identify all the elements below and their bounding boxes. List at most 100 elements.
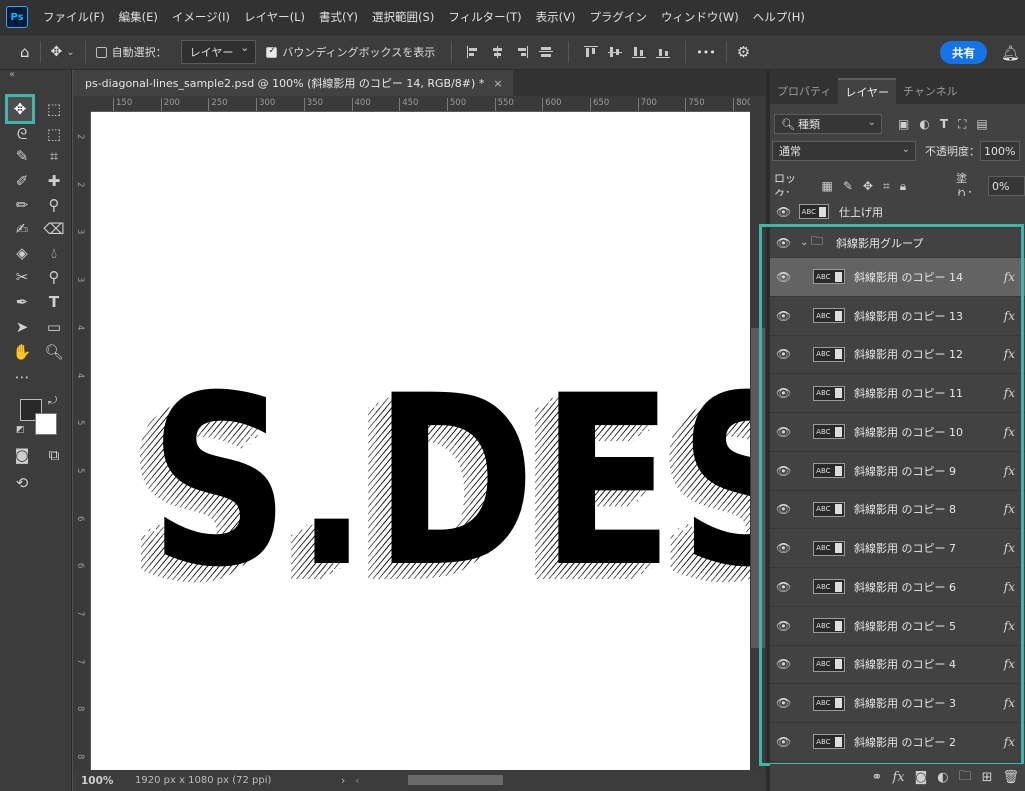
menu-filter[interactable]: フィルター(T) <box>441 9 528 25</box>
layer-effects-icon[interactable]: fx <box>1004 270 1015 284</box>
visibility-eye-icon[interactable]: 👁︎ <box>776 580 791 594</box>
layer-row-finishing[interactable]: 👁︎ ABC 仕上げ用 <box>770 196 1025 228</box>
layer-row[interactable]: 👁︎ ABC 斜線影用 のコピー 12 fx <box>770 335 1025 375</box>
layer-row[interactable]: 👁︎ ABC 斜線影用 のコピー 9 fx <box>770 451 1025 491</box>
collapse-arrows-icon[interactable]: « <box>9 69 15 80</box>
layer-effects-icon[interactable]: fx <box>1004 502 1015 516</box>
object-select-tool-icon[interactable]: ⬚ <box>42 123 66 145</box>
visibility-eye-icon[interactable]: 👁︎ <box>776 347 791 361</box>
menu-window[interactable]: ウィンドウ(W) <box>654 9 746 25</box>
background-color-swatch[interactable] <box>35 413 57 435</box>
visibility-eye-icon[interactable]: 👁︎ <box>776 425 791 439</box>
tab-layers[interactable]: レイヤー <box>838 78 897 104</box>
lock-artboard-icon[interactable]: ⌗ <box>883 179 890 194</box>
layer-name[interactable]: 斜線影用 のコピー 2 <box>854 734 956 750</box>
layer-effects-icon[interactable]: fx <box>1004 309 1015 323</box>
layer-name[interactable]: 斜線影用 のコピー 5 <box>854 618 956 634</box>
stamp-tool-icon[interactable]: ⚲ <box>42 194 66 216</box>
layer-effects-icon[interactable]: fx <box>1004 657 1015 671</box>
visibility-eye-icon[interactable]: 👁︎ <box>776 502 791 516</box>
visibility-eye-icon[interactable]: 👁︎ <box>776 309 791 323</box>
layer-effects-icon[interactable]: fx <box>1004 735 1015 749</box>
menu-view[interactable]: 表示(V) <box>529 9 583 25</box>
layer-name[interactable]: 仕上げ用 <box>839 204 883 220</box>
gear-icon[interactable]: ⚙ <box>737 43 750 61</box>
new-layer-icon[interactable]: ⊞ <box>982 770 993 785</box>
layer-row[interactable]: 👁︎ ABC 斜線影用 のコピー 8 fx <box>770 490 1025 530</box>
blend-mode-dropdown[interactable]: 通常 ⌄ <box>772 141 916 161</box>
home-icon[interactable]: ⌂ <box>20 43 30 61</box>
visibility-eye-icon[interactable]: 👁︎ <box>776 619 791 633</box>
status-expand-icon[interactable]: › <box>341 775 345 787</box>
layer-name[interactable]: 斜線影用 のコピー 7 <box>854 540 956 556</box>
visibility-eye-icon[interactable]: 👁︎ <box>776 541 791 555</box>
horizontal-ruler[interactable]: 150 200 250 300 350 400 450 500 550 600 650 700 750 8… <box>91 96 750 112</box>
add-mask-icon[interactable]: ◙ <box>915 770 928 785</box>
layer-effects-icon[interactable]: fx <box>1004 580 1015 594</box>
menu-file[interactable]: ファイル(F) <box>36 9 112 25</box>
align-horizontal-center-icon[interactable] <box>491 46 505 58</box>
layer-effects-icon[interactable]: fx <box>1004 696 1015 710</box>
lasso-tool-icon[interactable]: ᘓ <box>10 123 34 145</box>
zoom-tool-icon[interactable]: 🔍︎ <box>42 341 66 363</box>
swap-colors-icon[interactable]: ⤾ <box>48 394 57 408</box>
chevron-down-icon[interactable]: ⌄ <box>800 237 808 248</box>
visibility-eye-icon[interactable]: 👁︎ <box>776 735 791 749</box>
layer-effects-icon[interactable]: fx <box>1004 541 1015 555</box>
layer-row[interactable]: 👁︎ ABC 斜線影用 のコピー 4 fx <box>770 645 1025 685</box>
lock-image-icon[interactable]: ✎ <box>843 179 853 193</box>
layer-effects-icon[interactable]: fx <box>1004 464 1015 478</box>
group-name[interactable]: 斜線影用グループ <box>836 235 923 251</box>
layer-effects-icon[interactable]: fx <box>1004 347 1015 361</box>
edit-toolbar-icon[interactable]: ⋯ <box>10 366 34 388</box>
auto-select-target-dropdown[interactable]: レイヤー <box>180 40 257 64</box>
visibility-eye-icon[interactable]: 👁︎ <box>776 270 791 284</box>
visibility-eye-icon[interactable]: 👁︎ <box>776 386 791 400</box>
brush-tool-icon[interactable]: ✏ <box>10 194 34 216</box>
align-right-icon[interactable] <box>515 46 529 58</box>
zoom-level[interactable]: 100% <box>81 775 135 787</box>
menu-plugins[interactable]: プラグイン <box>582 9 654 25</box>
more-options-icon[interactable]: ••• <box>696 46 715 59</box>
auto-select-checkbox[interactable] <box>95 46 107 58</box>
bell-icon[interactable]: 🔔︎ <box>1001 44 1020 62</box>
menu-select[interactable]: 選択範囲(S) <box>365 9 441 25</box>
filter-adjustment-icon[interactable]: ◐ <box>919 117 929 131</box>
rectangle-tool-icon[interactable]: ▭ <box>42 316 66 338</box>
menu-help[interactable]: ヘルプ(H) <box>746 9 812 25</box>
layer-name[interactable]: 斜線影用 のコピー 12 <box>854 346 963 362</box>
layer-row[interactable]: 👁︎ ABC 斜線影用 のコピー 14 fx <box>770 258 1025 297</box>
quick-mask-icon[interactable]: ◙ <box>10 444 34 466</box>
distribute-icon[interactable] <box>539 46 554 58</box>
tab-channels[interactable]: チャンネル <box>896 78 965 104</box>
layer-row[interactable]: 👁︎ ABC 斜線影用 のコピー 7 fx <box>770 529 1025 568</box>
layer-name[interactable]: 斜線影用 のコピー 9 <box>854 463 956 479</box>
layer-kind-filter[interactable]: 🔍︎ 種類 ⌄ <box>774 114 882 134</box>
layer-name[interactable]: 斜線影用 のコピー 13 <box>854 308 963 324</box>
layer-name[interactable]: 斜線影用 のコピー 8 <box>854 501 956 517</box>
history-brush-icon[interactable]: ✍ <box>10 218 34 240</box>
visibility-eye-icon[interactable]: 👁︎ <box>776 205 791 219</box>
filter-pixel-icon[interactable]: ▣ <box>898 117 909 131</box>
adjustment-layer-icon[interactable]: ◐ <box>937 770 948 785</box>
blur-tool-icon[interactable]: 💧︎ <box>42 242 66 264</box>
menu-edit[interactable]: 編集(E) <box>112 9 165 25</box>
layer-name[interactable]: 斜線影用 のコピー 10 <box>854 424 963 440</box>
dodge-tool-icon[interactable]: ✂ <box>10 266 34 288</box>
layer-row[interactable]: 👁︎ ABC 斜線影用 のコピー 6 fx <box>770 568 1025 607</box>
pen-tool-icon[interactable]: ✒ <box>10 291 34 313</box>
menu-layer[interactable]: レイヤー(L) <box>237 9 312 25</box>
visibility-eye-icon[interactable]: 👁︎ <box>776 464 791 478</box>
layer-row[interactable]: 👁︎ ABC 斜線影用 のコピー 2 fx <box>770 723 1025 762</box>
marquee-tool-icon[interactable]: ⬚ <box>42 98 66 120</box>
layer-name[interactable]: 斜線影用 のコピー 4 <box>854 656 956 672</box>
align-vertical-center-icon[interactable] <box>608 46 623 58</box>
share-button[interactable]: 共有 <box>940 41 987 64</box>
paint-bucket-icon[interactable]: ◈ <box>10 242 34 264</box>
document-tab[interactable]: ps-diagonal-lines_sample2.psd @ 100% (斜線… <box>73 70 513 96</box>
burn-tool-icon[interactable]: ⚲ <box>42 266 66 288</box>
horizontal-scrollbar-thumb[interactable] <box>408 775 503 785</box>
vertical-scrollbar-thumb[interactable] <box>751 328 765 648</box>
layer-name[interactable]: 斜線影用 のコピー 14 <box>854 269 963 285</box>
layer-row[interactable]: 👁︎ ABC 斜線影用 のコピー 3 fx <box>770 684 1025 723</box>
